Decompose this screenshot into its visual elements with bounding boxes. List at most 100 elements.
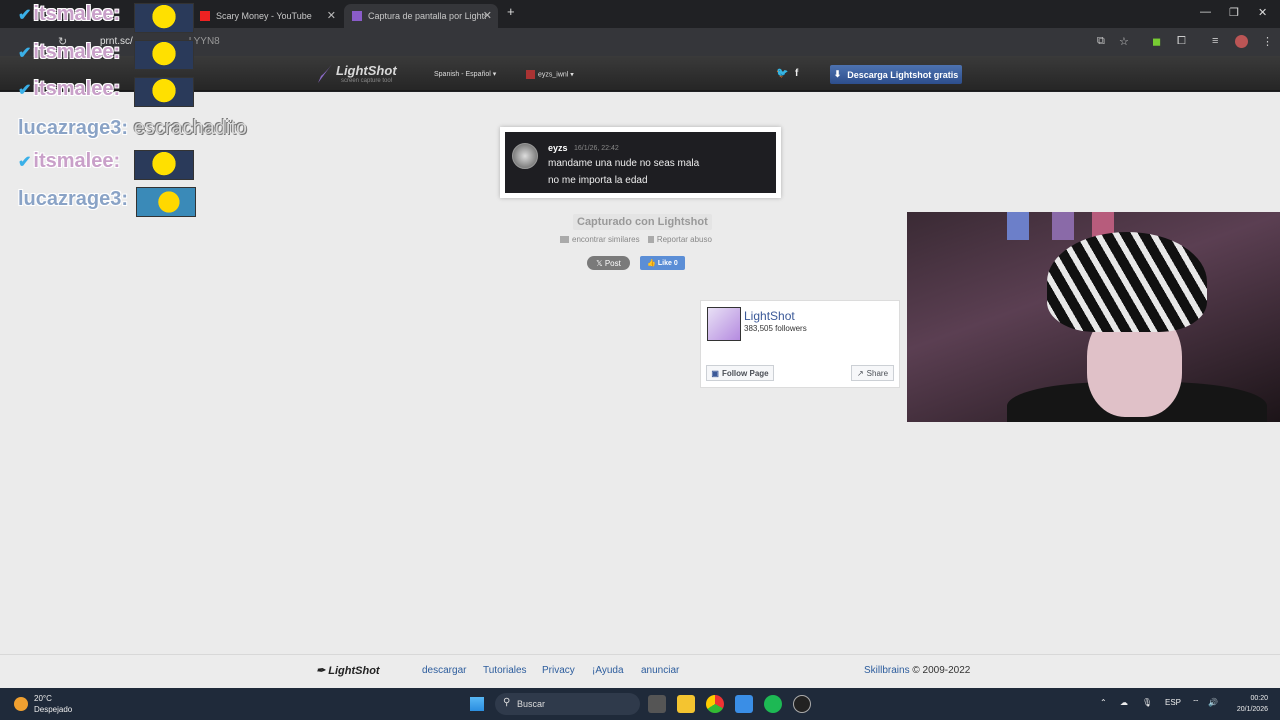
app-f-icon[interactable] — [735, 695, 753, 713]
report-link[interactable]: Reportar abuso — [657, 235, 712, 244]
tray-chevron-icon[interactable]: ⌃ — [1100, 698, 1107, 707]
system-clock[interactable]: 00:20 20/1/2026 — [1228, 693, 1268, 715]
tab-scary-money[interactable]: Scary Money - YouTube ✕ — [192, 4, 342, 28]
copyright: Skillbrains © 2009-2022 — [864, 665, 970, 676]
chat-line: ✔ itsmalee: — [18, 78, 120, 101]
sender-name: eyzs — [548, 143, 568, 153]
chat-user: itsmalee: — [33, 78, 121, 100]
chat-user: itsmalee: — [33, 41, 121, 63]
message-line-1: mandame una nude no seas mala — [548, 158, 700, 169]
find-similar-link[interactable]: encontrar similares — [572, 235, 640, 244]
profile-avatar[interactable] — [1235, 35, 1248, 48]
footer-link-tutorials[interactable]: Tutoriales — [483, 665, 527, 676]
verified-icon: ✔ — [18, 45, 32, 62]
footer-link-help[interactable]: ¡Ayuda — [592, 665, 624, 676]
chat-line: ✔ itsmalee: — [18, 150, 120, 173]
facebook-icon[interactable]: f — [795, 68, 798, 79]
tab-lightshot[interactable]: Captura de pantalla por Lightsh ✕ — [344, 4, 498, 28]
network-tray-icon[interactable]: ☁ — [1120, 698, 1128, 707]
chat-message: escrachadito — [133, 117, 248, 139]
logo-tagline: screen capture tool — [341, 78, 393, 84]
image-actions: encontrar similares Reportar abuso — [560, 235, 712, 244]
mic-icon[interactable]: 🎙 — [1142, 698, 1152, 707]
footer-link-download[interactable]: descargar — [422, 665, 466, 676]
chat-user: lucazrage3: — [18, 117, 129, 139]
puzzle-icon[interactable]: ⧠ — [1177, 35, 1186, 48]
screenshot-frame[interactable]: eyzs 16/1/26, 22:42 mandame una nude no … — [500, 127, 781, 198]
obs-icon[interactable] — [793, 695, 811, 713]
image-icon — [560, 236, 569, 244]
footer-link-privacy[interactable]: Privacy — [542, 665, 575, 676]
message-line-2: no me importa la edad — [548, 175, 648, 186]
wifi-icon[interactable]: ⌔ — [1192, 698, 1200, 708]
weather-condition: Despejado — [34, 705, 73, 714]
share-icon: ↗ — [856, 368, 864, 378]
close-icon[interactable]: ✕ — [327, 9, 336, 22]
company-link[interactable]: Skillbrains — [864, 665, 910, 676]
share-label: Share — [866, 368, 889, 378]
new-tab-button[interactable]: + — [507, 4, 515, 19]
tab-label: Captura de pantalla por Lightsh — [368, 11, 486, 21]
volume-icon[interactable]: 🔊 — [1208, 698, 1218, 707]
minion-emote — [134, 150, 194, 180]
clock-time: 00:20 — [1250, 695, 1268, 702]
lightshot-icon — [352, 11, 362, 21]
captured-label: Capturado con Lightshot — [573, 214, 712, 230]
logo-text: LightShot — [336, 63, 397, 78]
chat-line: lucazrage3: escrachadito — [18, 117, 247, 140]
fb-like-button[interactable]: 👍 Like 0 — [640, 256, 685, 270]
minion-emote — [134, 40, 194, 70]
x-post-button[interactable]: 𝕏 Post — [587, 256, 630, 270]
message-time: 16/1/26, 22:42 — [574, 145, 619, 152]
user-menu[interactable]: eyzs_iwnl ▾ — [526, 70, 574, 79]
minion-emote — [134, 3, 194, 33]
chat-user: lucazrage3: — [18, 188, 129, 210]
x-post-label: Post — [604, 258, 621, 268]
chrome-icon[interactable] — [706, 695, 724, 713]
streamer-beanie — [1047, 232, 1207, 332]
close-icon[interactable]: ✕ — [483, 9, 492, 22]
verified-icon: ✔ — [18, 7, 32, 24]
user-avatar — [526, 70, 535, 79]
bookmark-star-icon[interactable]: ☆ — [1119, 35, 1129, 48]
language-indicator[interactable]: ESP — [1165, 698, 1181, 707]
download-button[interactable]: ⬇ Descarga Lightshot gratis — [830, 65, 962, 84]
task-view-icon[interactable] — [648, 695, 666, 713]
youtube-icon — [200, 11, 210, 21]
copyright-text: © 2009-2022 — [912, 665, 971, 676]
temperature: 20°C — [34, 694, 52, 703]
footer-logo[interactable]: ✒ LightShot — [316, 664, 380, 677]
page-followers: 383,505 followers — [744, 324, 807, 333]
search-placeholder: Buscar — [517, 699, 546, 709]
page-logo[interactable] — [707, 307, 741, 341]
language-select[interactable]: Spanish - Español ▾ — [434, 70, 496, 78]
share-button[interactable]: ↗ Share — [851, 365, 894, 381]
wall-poster — [1007, 212, 1029, 240]
page-name[interactable]: LightShot — [744, 309, 795, 323]
install-icon[interactable]: ⧉ — [1097, 35, 1105, 48]
file-explorer-icon[interactable] — [677, 695, 695, 713]
spotify-icon[interactable] — [764, 695, 782, 713]
sender-avatar — [512, 143, 538, 169]
windows-start-icon[interactable] — [470, 697, 484, 711]
verified-icon: ✔ — [18, 82, 32, 99]
webcam-overlay — [907, 212, 1280, 422]
media-icon[interactable]: ≡ — [1212, 35, 1218, 47]
lightshot-logo[interactable]: LightShot screen capture tool — [316, 62, 397, 84]
page-footer: ✒ LightShot descargar Tutoriales Privacy… — [0, 654, 1280, 688]
follow-page-button[interactable]: ▣ Follow Page — [706, 365, 774, 381]
windows-taskbar: 20°C Despejado ⚲ Buscar ⌃ ☁ 🎙 ESP ⌔ 🔊 00… — [0, 688, 1280, 720]
extension-icon[interactable]: ◼ — [1152, 35, 1161, 48]
flag-icon — [647, 236, 654, 244]
close-window-icon[interactable]: ✕ — [1258, 6, 1267, 19]
footer-link-advertise[interactable]: anunciar — [641, 665, 679, 676]
download-icon: ⬇ — [833, 69, 842, 79]
fb-like-label: Like 0 — [657, 259, 678, 267]
follow-label: Follow Page — [721, 368, 769, 378]
minimize-icon[interactable]: — — [1200, 6, 1211, 18]
menu-icon[interactable]: ⋮ — [1262, 35, 1273, 48]
restore-icon[interactable]: ❐ — [1229, 6, 1239, 19]
twitter-icon[interactable]: 🐦 — [776, 68, 788, 79]
chat-line: lucazrage3: — [18, 188, 128, 211]
taskbar-search[interactable]: ⚲ Buscar — [495, 693, 640, 715]
